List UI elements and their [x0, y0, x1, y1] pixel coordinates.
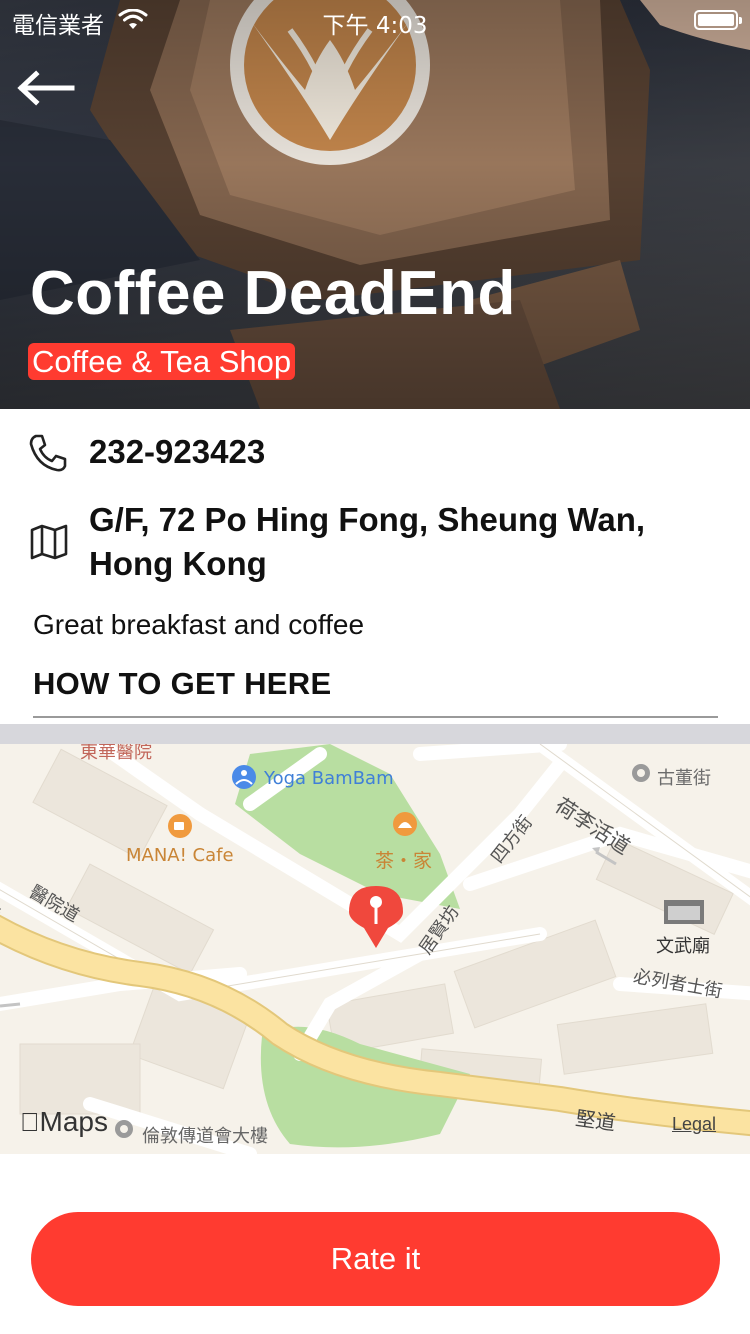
- phone-link[interactable]: 232-923423: [89, 433, 265, 471]
- description-text: Great breakfast and coffee: [33, 609, 365, 640]
- map-label[interactable]: 文武廟: [656, 932, 710, 958]
- place-title: Coffee DeadEnd: [30, 259, 516, 328]
- arrow-left-icon: [17, 70, 75, 106]
- address-text[interactable]: G/F, 72 Po Hing Fong, Sheung Wan, Hong K…: [89, 498, 729, 586]
- map-label: 倫敦傳道會大樓: [142, 1126, 268, 1147]
- maps-logo-text: Maps: [20, 1106, 108, 1137]
- legal-link[interactable]: Legal: [672, 1114, 716, 1135]
- phone-icon: [29, 434, 67, 472]
- apple-maps-logo: Maps: [20, 1106, 108, 1138]
- map-label[interactable]: 茶・家: [375, 846, 432, 873]
- rate-button[interactable]: Rate it: [31, 1212, 720, 1306]
- yoga-icon: [232, 765, 256, 789]
- battery-icon: [694, 10, 742, 30]
- category-badge: Coffee & Tea Shop: [28, 343, 296, 380]
- status-bar: 電信業者 下午 4:03: [0, 0, 750, 40]
- apple-logo-icon: : [20, 1107, 40, 1137]
- map-label: 古董街: [657, 768, 711, 789]
- clock: 下午 4:03: [322, 13, 428, 39]
- map-separator: [0, 724, 750, 744]
- map-label[interactable]: MANA! Cafe: [126, 845, 234, 866]
- divider: [33, 716, 718, 718]
- map-label: 東華醫院: [80, 744, 152, 763]
- directions-heading: HOW TO GET HERE: [33, 666, 332, 701]
- map-label: 堅道: [574, 1105, 618, 1136]
- back-button[interactable]: [16, 66, 76, 110]
- map-icon: [30, 524, 68, 560]
- map-view[interactable]: 東華醫院 Yoga BamBam MANA! Cafe 茶・家 古董街 文武廟 …: [0, 744, 750, 1154]
- map-label[interactable]: Yoga BamBam: [264, 768, 394, 789]
